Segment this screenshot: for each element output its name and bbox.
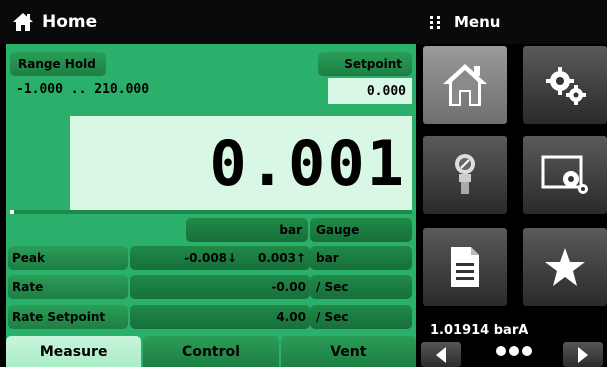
page-indicator [496, 346, 532, 356]
pressure-reading: 0.001 [70, 116, 412, 210]
home-icon [13, 13, 33, 31]
arrow-left-icon [436, 346, 446, 363]
rate-value[interactable]: -0.00 [130, 275, 310, 299]
mode-tabs: Measure Control Vent [6, 336, 416, 367]
rate-setpoint-value[interactable]: 4.00 [130, 305, 310, 329]
page-dot [496, 346, 506, 356]
tab-vent[interactable]: Vent [280, 336, 416, 367]
settings-gears-icon [546, 67, 586, 105]
barometer-reading: 1.01914 barA [430, 323, 529, 338]
settings-tile[interactable] [523, 46, 607, 124]
reading-value: 0.001 [209, 126, 406, 200]
unit-selector[interactable]: bar [186, 218, 308, 242]
rate-setpoint-unit[interactable]: / Sec [310, 305, 412, 329]
peak-unit[interactable]: bar [310, 246, 412, 270]
rate-label[interactable]: Rate [8, 275, 128, 299]
document-tile[interactable] [423, 228, 507, 306]
setpoint-button[interactable]: Setpoint [318, 52, 412, 76]
menu-header: Menu [416, 0, 607, 44]
tab-measure[interactable]: Measure [6, 336, 142, 367]
favorites-tile[interactable] [523, 228, 607, 306]
peak-label[interactable]: Peak [8, 246, 128, 270]
range-text: -1.000 .. 210.000 [16, 82, 150, 97]
sensor-tile[interactable] [423, 136, 507, 214]
document-icon [451, 247, 479, 287]
range-progress-bar [10, 210, 412, 214]
display-settings-icon [541, 155, 588, 194]
arrow-right-icon [578, 346, 588, 363]
rate-unit[interactable]: / Sec [310, 275, 412, 299]
setpoint-value[interactable]: 0.000 [328, 78, 412, 104]
progress-fill [10, 210, 15, 214]
page-title: Home [42, 12, 98, 32]
peak-value[interactable]: -0.008↓ 0.003↑ [130, 246, 310, 270]
peak-value-text: -0.008↓ 0.003↑ [184, 251, 306, 265]
range-hold-button[interactable]: Range Hold [10, 52, 106, 76]
tab-control[interactable]: Control [143, 336, 279, 367]
display-settings-tile[interactable] [523, 136, 607, 214]
grid-menu-icon [430, 16, 440, 29]
sensor-icon [455, 154, 475, 194]
page-dot [522, 346, 532, 356]
menu-title: Menu [454, 13, 501, 31]
mode-selector[interactable]: Gauge [310, 218, 412, 242]
page-dot [509, 346, 519, 356]
previous-page-button[interactable] [421, 342, 461, 367]
home-tile[interactable] [423, 46, 507, 124]
star-icon [545, 248, 585, 286]
next-page-button[interactable] [563, 342, 603, 367]
measure-panel: Range Hold Setpoint -1.000 .. 210.000 0.… [6, 44, 416, 367]
home-icon [443, 64, 487, 106]
app-header: Home [0, 0, 416, 44]
rate-setpoint-label[interactable]: Rate Setpoint [8, 305, 128, 329]
